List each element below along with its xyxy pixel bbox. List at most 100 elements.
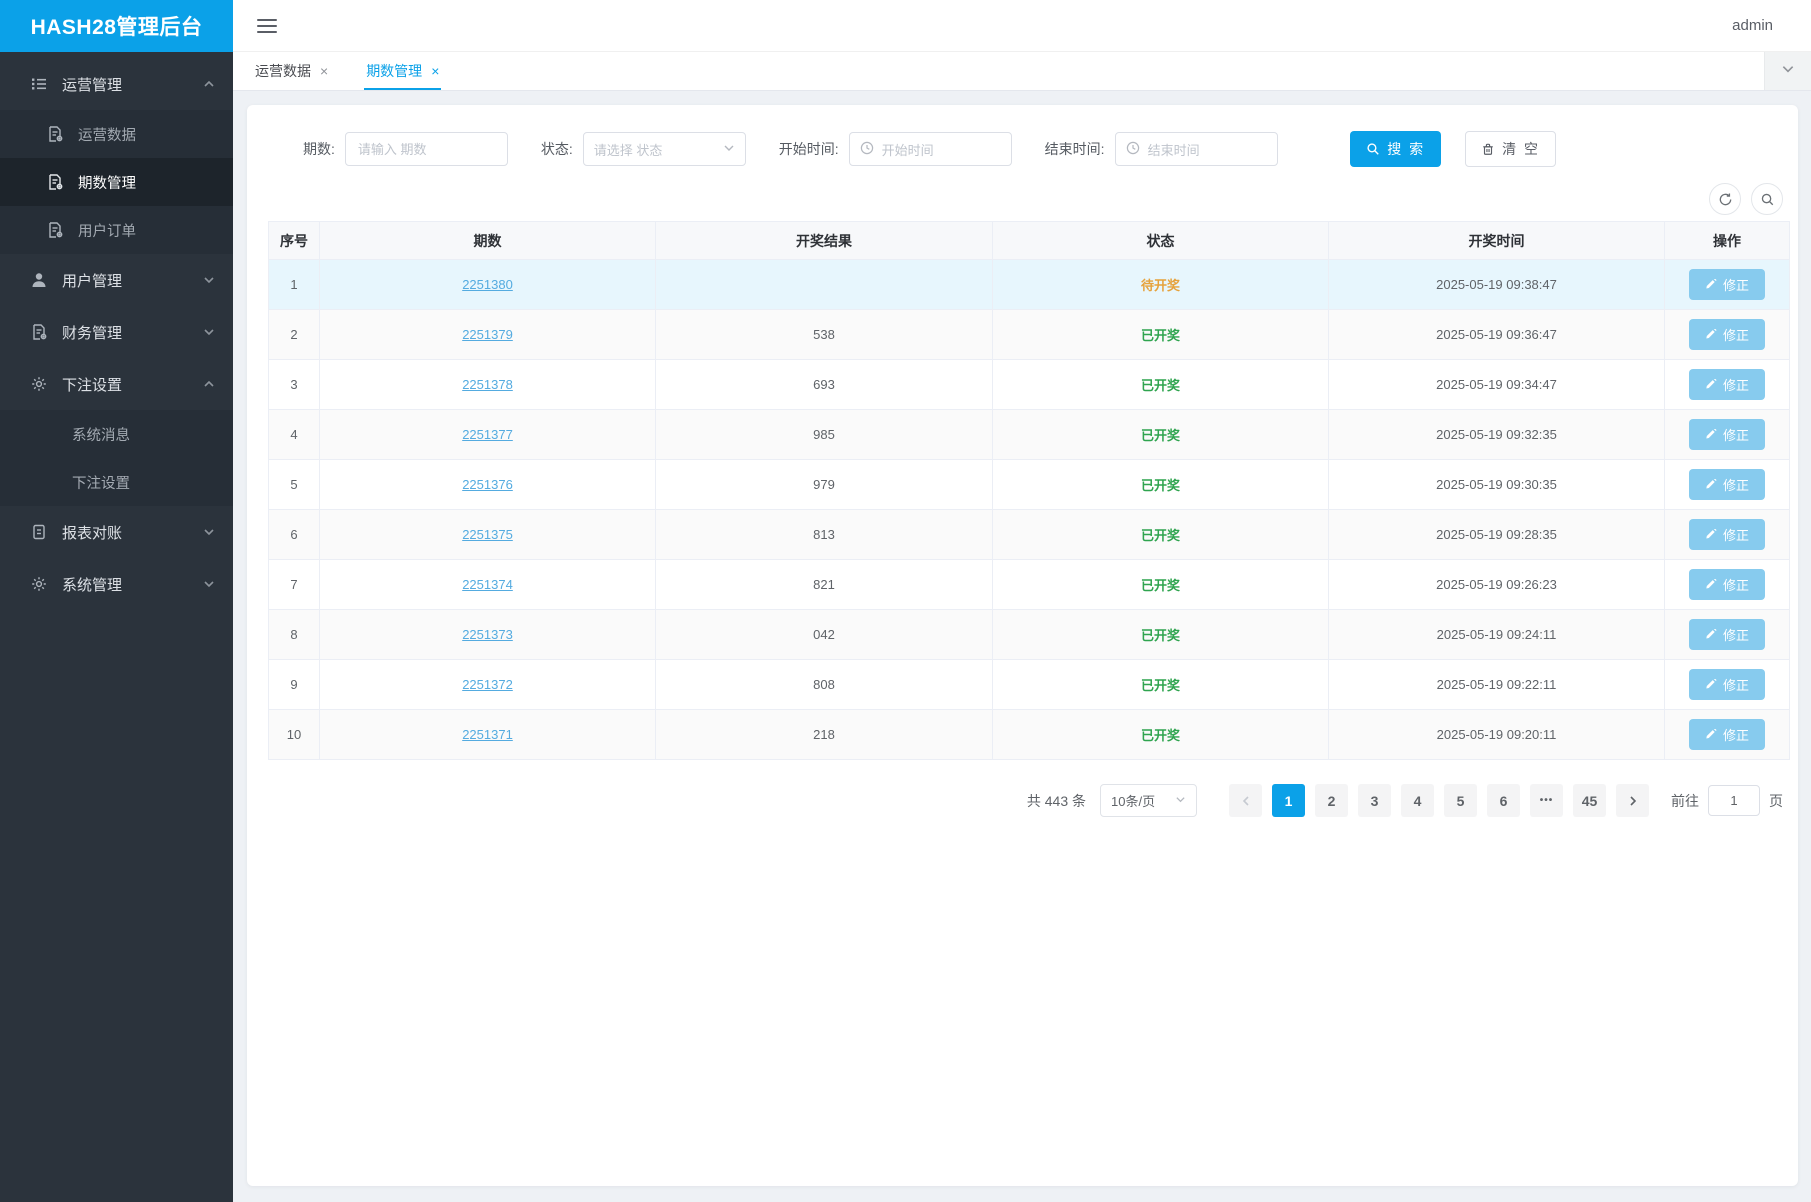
page-button[interactable]: 1 [1272,784,1305,817]
tab-operation-data[interactable]: 运营数据 × [255,52,328,90]
sidebar-item-user-orders[interactable]: 用户订单 [0,206,233,254]
edit-button-label: 修正 [1723,375,1749,394]
edit-button[interactable]: 修正 [1689,419,1765,450]
end-time-picker[interactable]: 结束时间 [1115,132,1278,166]
chevron-up-icon [203,378,215,390]
table-row: 7 2251374 821 已开奖 2025-05-19 09:26:23 修正 [269,560,1790,610]
status-filter-select[interactable]: 请选择 状态 [583,132,746,166]
issue-link[interactable]: 2251375 [462,527,513,542]
user-menu[interactable]: admin [1732,17,1773,34]
cell-result: 808 [656,660,993,710]
edit-button-label: 修正 [1723,725,1749,744]
filter-start-time: 开始时间: 开始时间 [779,132,1012,166]
table-row: 6 2251375 813 已开奖 2025-05-19 09:28:35 修正 [269,510,1790,560]
start-time-picker[interactable]: 开始时间 [849,132,1012,166]
table-row: 2 2251379 538 已开奖 2025-05-19 09:36:47 修正 [269,310,1790,360]
start-time-filter-label: 开始时间: [779,139,839,159]
cell-time: 2025-05-19 09:36:47 [1329,310,1665,360]
edit-button[interactable]: 修正 [1689,469,1765,500]
more-pages-button[interactable]: ••• [1530,784,1563,817]
sidebar-item-bet-settings-sub[interactable]: 下注设置 [0,458,233,506]
edit-button[interactable]: 修正 [1689,269,1765,300]
edit-button[interactable]: 修正 [1689,569,1765,600]
doc-gear-icon [46,125,64,143]
edit-button[interactable]: 修正 [1689,369,1765,400]
goto-page-input[interactable] [1708,785,1760,816]
sidebar-item-bet-settings[interactable]: 下注设置 [0,358,233,410]
search-button[interactable]: 搜 索 [1350,131,1441,167]
main-area: admin 运营数据 × 期数管理 × 期数: 状态: [233,0,1811,1186]
cell-index: 10 [269,710,320,760]
submenu-operation: 运营数据 期数管理 用户订单 [0,110,233,254]
page-button[interactable]: 6 [1487,784,1520,817]
hamburger-menu-icon[interactable] [257,15,277,37]
cell-result: 538 [656,310,993,360]
status-badge: 已开奖 [1141,678,1180,693]
cell-index: 1 [269,260,320,310]
edit-button[interactable]: 修正 [1689,519,1765,550]
page-button[interactable]: 2 [1315,784,1348,817]
search-button-label: 搜 索 [1387,139,1425,159]
cell-result: 979 [656,460,993,510]
table-row: 9 2251372 808 已开奖 2025-05-19 09:22:11 修正 [269,660,1790,710]
sidebar-item-user-mgmt[interactable]: 用户管理 [0,254,233,306]
next-page-button[interactable] [1616,784,1649,817]
tab-bar: 运营数据 × 期数管理 × [233,52,1811,91]
page-button[interactable]: 3 [1358,784,1391,817]
clock-icon [860,141,882,158]
status-badge: 已开奖 [1141,378,1180,393]
tab-dropdown-button[interactable] [1764,52,1811,90]
sidebar-item-operation-data[interactable]: 运营数据 [0,110,233,158]
status-badge: 待开奖 [1141,278,1180,293]
issue-link[interactable]: 2251378 [462,377,513,392]
issue-link[interactable]: 2251377 [462,427,513,442]
page-button[interactable]: 5 [1444,784,1477,817]
status-badge: 已开奖 [1141,528,1180,543]
table-tools [268,183,1789,215]
issue-filter-input[interactable] [345,132,508,166]
edit-button[interactable]: 修正 [1689,669,1765,700]
issue-link[interactable]: 2251374 [462,577,513,592]
issue-link[interactable]: 2251373 [462,627,513,642]
close-icon[interactable]: × [431,63,439,79]
issue-link[interactable]: 2251372 [462,677,513,692]
refresh-button[interactable] [1709,183,1741,215]
edit-button[interactable]: 修正 [1689,719,1765,750]
column-search-button[interactable] [1751,183,1783,215]
issue-management-panel: 期数: 状态: 请选择 状态 开始时间: [247,105,1798,1186]
sidebar-item-label: 系统消息 [72,424,130,445]
prev-page-button[interactable] [1229,784,1262,817]
sidebar-item-finance-mgmt[interactable]: 财务管理 [0,306,233,358]
search-icon [1760,192,1775,207]
table-row: 5 2251376 979 已开奖 2025-05-19 09:30:35 修正 [269,460,1790,510]
sidebar-item-system-messages[interactable]: 系统消息 [0,410,233,458]
page-button[interactable]: 4 [1401,784,1434,817]
edit-button[interactable]: 修正 [1689,319,1765,350]
issue-link[interactable]: 2251380 [462,277,513,292]
sidebar-item-issue-mgmt[interactable]: 期数管理 [0,158,233,206]
refresh-icon [1718,192,1733,207]
report-icon [30,523,48,541]
edit-button[interactable]: 修正 [1689,619,1765,650]
issue-link[interactable]: 2251376 [462,477,513,492]
sidebar-item-system-mgmt[interactable]: 系统管理 [0,558,233,610]
cell-time: 2025-05-19 09:38:47 [1329,260,1665,310]
clear-button[interactable]: 清 空 [1465,131,1556,167]
trash-icon [1481,142,1495,156]
pagination: 共 443 条 10条/页 1 2 3 4 5 6 ••• 45 [268,784,1789,817]
pencil-icon [1705,429,1717,441]
search-icon [1366,142,1380,156]
close-icon[interactable]: × [320,63,328,79]
status-badge: 已开奖 [1141,578,1180,593]
issue-link[interactable]: 2251371 [462,727,513,742]
sidebar-item-report-reconciliation[interactable]: 报表对账 [0,506,233,558]
edit-button-label: 修正 [1723,675,1749,694]
column-header-actions: 操作 [1665,222,1790,260]
page-size-select[interactable]: 10条/页 [1100,784,1197,817]
issue-link[interactable]: 2251379 [462,327,513,342]
tab-issue-mgmt[interactable]: 期数管理 × [366,52,439,90]
clock-icon [1126,141,1148,158]
page-button[interactable]: 45 [1573,784,1606,817]
sidebar-item-operation-mgmt[interactable]: 运营管理 [0,58,233,110]
chevron-down-icon [203,526,215,538]
